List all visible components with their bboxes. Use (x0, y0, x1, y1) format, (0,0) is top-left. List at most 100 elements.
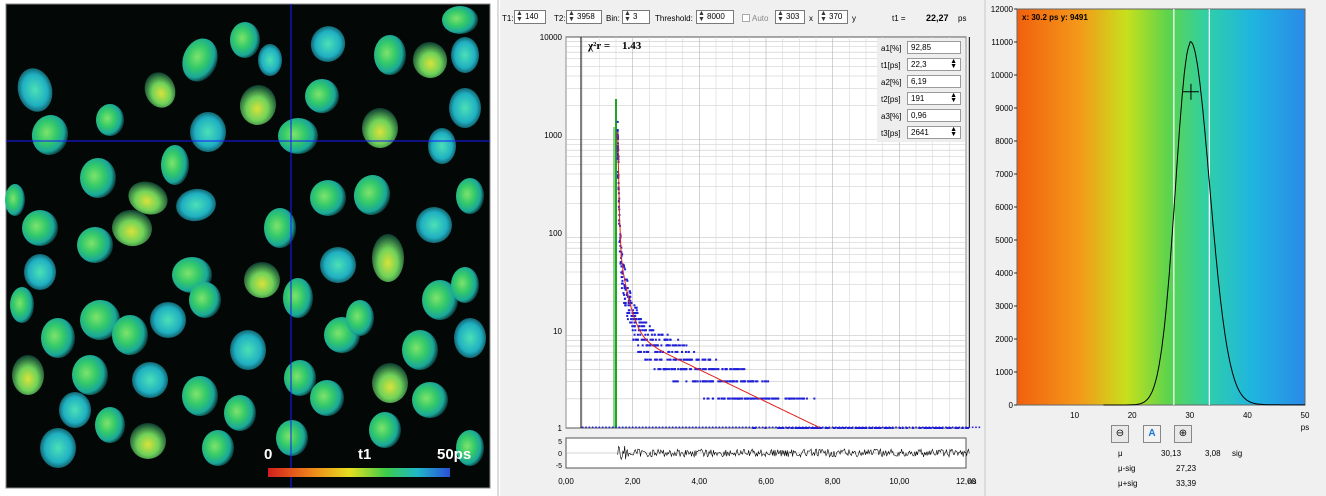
data-point (925, 426, 927, 429)
data-point (718, 380, 721, 383)
data-point (838, 426, 841, 429)
cell (451, 267, 479, 303)
data-point (751, 426, 754, 429)
fit-param-value-field[interactable]: 6,19 (907, 75, 961, 88)
fit-param-value-field[interactable]: 92,85 (907, 41, 961, 54)
data-point (785, 426, 787, 429)
mu-minus-sig-value: 27,23 (1176, 464, 1197, 473)
cell (320, 247, 356, 283)
data-point (895, 426, 897, 429)
data-point (776, 397, 779, 400)
data-point (635, 338, 638, 341)
cell (202, 430, 234, 466)
mu-minus-sig-label: μ-sig (1118, 464, 1136, 473)
data-point (639, 318, 642, 321)
fit-param-label: t1[ps] (881, 61, 901, 70)
data-point (741, 426, 744, 429)
data-point (871, 426, 874, 429)
data-point (616, 120, 619, 123)
x-tick-label: 20 (1128, 411, 1137, 420)
data-point (707, 380, 710, 383)
data-point (825, 426, 827, 429)
data-point (668, 368, 671, 371)
x-tick-label: 50 (1301, 411, 1310, 420)
data-point (709, 380, 712, 383)
data-point (732, 380, 735, 383)
data-point (615, 426, 617, 429)
data-point (623, 293, 626, 296)
cell (59, 392, 91, 428)
cell (22, 210, 58, 246)
flim-image[interactable]: 0 t1 50ps (0, 0, 496, 496)
data-point (741, 397, 744, 400)
data-point (938, 426, 941, 429)
data-point (745, 426, 747, 429)
cell (276, 420, 308, 456)
cell (189, 282, 221, 318)
spinner-arrows-icon[interactable]: ▲ ▼ (950, 126, 957, 138)
fit-param-row: a1[%] 92,85 (877, 41, 965, 55)
spinner-arrows-icon[interactable]: ▲ ▼ (950, 92, 957, 104)
data-point (768, 426, 771, 429)
data-point (672, 380, 675, 383)
data-point (621, 426, 624, 429)
data-point (621, 279, 624, 282)
data-point (721, 368, 724, 371)
fit-param-row: t3[ps] 2641 ▲ ▼ (877, 126, 965, 140)
data-point (654, 338, 657, 341)
data-point (648, 325, 651, 328)
y-tick-label: 10 (553, 327, 562, 336)
x-unit-label: ns (968, 477, 976, 486)
data-point (665, 426, 667, 429)
data-point (936, 427, 939, 429)
data-point (813, 427, 816, 429)
data-point (736, 368, 739, 371)
data-point (798, 426, 801, 429)
data-point (677, 344, 680, 347)
data-point (875, 426, 877, 429)
data-point (958, 426, 961, 429)
x-tick-label: 4,00 (692, 477, 708, 486)
data-point (908, 426, 911, 429)
data-point (666, 358, 669, 361)
lifetime-color-spectrum (1016, 8, 1306, 406)
data-point (629, 292, 632, 295)
data-point (795, 426, 797, 429)
data-point (618, 426, 621, 429)
zoom-out-button[interactable]: ⊖ (1111, 425, 1129, 443)
zoom-in-button[interactable]: ⊕ (1174, 425, 1192, 443)
cell (230, 22, 260, 58)
data-point (611, 426, 614, 429)
cell (310, 180, 346, 216)
auto-color-button[interactable]: A (1143, 425, 1161, 443)
data-point (701, 380, 704, 383)
data-point (630, 321, 633, 324)
data-point (733, 397, 736, 400)
zoom-out-icon: ⊖ (1115, 428, 1125, 439)
histogram-chart[interactable]: 1200011000100009000800070006000500040003… (986, 0, 1326, 496)
data-point (720, 397, 723, 400)
data-point (632, 338, 635, 341)
data-point (661, 426, 664, 429)
residual-tick-label: 0 (558, 451, 562, 458)
y-tick-label: 1000 (544, 131, 562, 140)
fit-param-value-field[interactable]: 0,96 (907, 109, 961, 122)
cell (362, 108, 398, 148)
data-point (795, 397, 798, 400)
data-point (704, 358, 707, 361)
data-point (638, 318, 641, 321)
data-point (858, 426, 861, 429)
data-point (658, 426, 661, 429)
data-point (623, 297, 626, 300)
data-point (788, 426, 791, 429)
cursor-readout: x: 30.2 ps y: 9491 (1022, 13, 1088, 22)
spinner-arrows-icon[interactable]: ▲ ▼ (950, 58, 957, 70)
data-point (813, 397, 816, 400)
data-point (798, 397, 801, 400)
data-point (775, 426, 777, 429)
data-point (645, 426, 647, 429)
data-point (659, 368, 662, 371)
chi-square-value: 1.43 (622, 40, 642, 52)
data-point (668, 344, 671, 347)
data-point (637, 350, 640, 353)
